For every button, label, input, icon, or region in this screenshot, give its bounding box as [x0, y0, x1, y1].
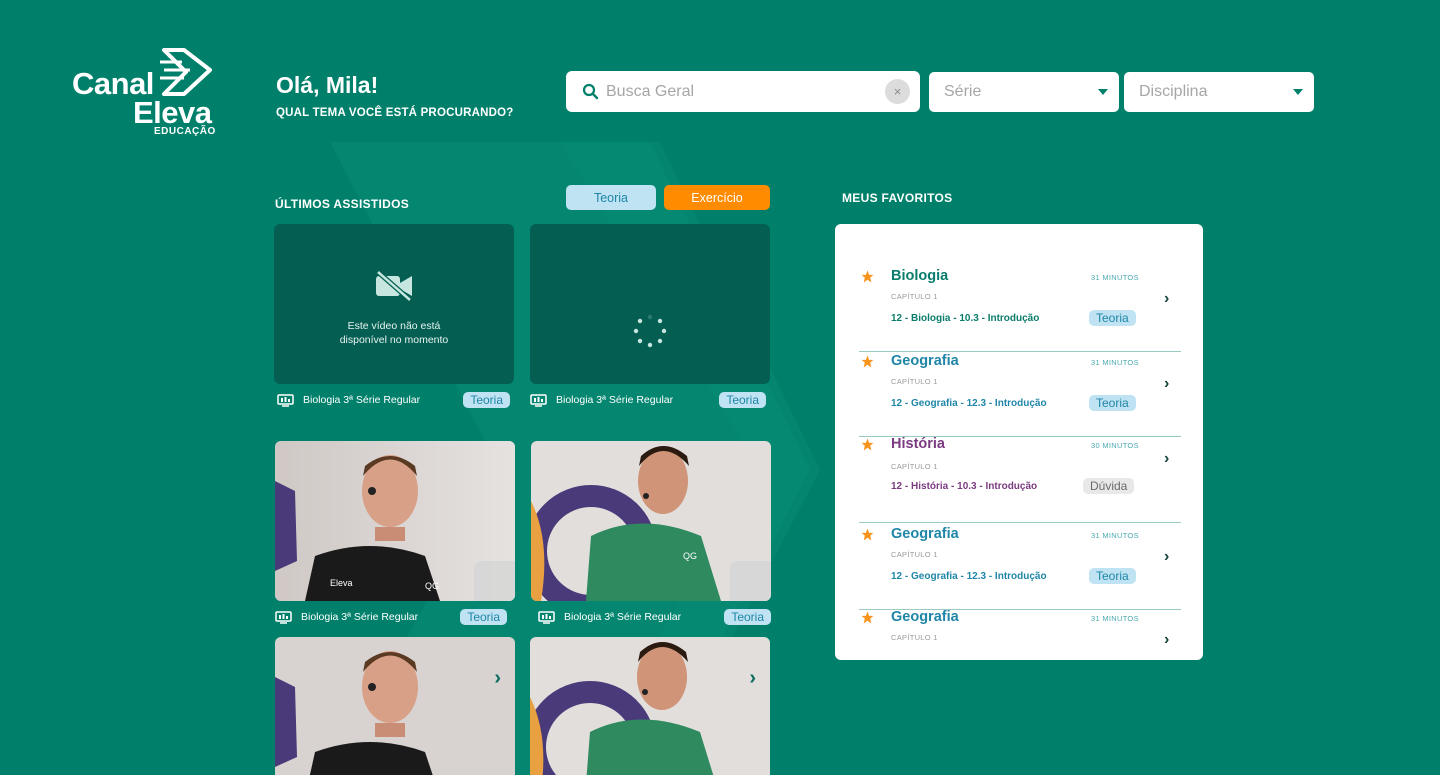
- serie-select[interactable]: Série: [929, 72, 1119, 112]
- favorite-duration: 30 MINUTOS: [1091, 441, 1139, 450]
- favorite-subject: Geografia: [891, 526, 959, 542]
- favorite-chapter: CAPÍTULO 1: [891, 292, 938, 301]
- favorite-chapter: CAPÍTULO 1: [891, 550, 938, 559]
- loading-spinner-icon: [633, 314, 667, 348]
- search-icon: [582, 83, 599, 100]
- monitor-icon: [277, 393, 294, 407]
- greeting-subtitle: QUAL TEMA VOCÊ ESTÁ PROCURANDO?: [276, 107, 514, 119]
- tab-teoria[interactable]: Teoria: [566, 185, 656, 210]
- favorite-lesson: 12 - Geografia - 12.3 - Introdução: [891, 571, 1047, 582]
- favorite-item[interactable]: Geografia 31 MINUTOS CAPÍTULO 1 ›: [859, 609, 1181, 660]
- tab-exercicio[interactable]: Exercício: [664, 185, 770, 210]
- video-type-badge: Teoria: [460, 609, 507, 625]
- favorite-lesson: 12 - História - 10.3 - Introdução: [891, 481, 1038, 492]
- favorites-section-title: MEUS FAVORITOS: [842, 191, 953, 205]
- chevron-down-icon: [1098, 89, 1108, 95]
- video-overlay-corner: [730, 561, 771, 601]
- video-card[interactable]: Eleva QG: [275, 441, 515, 601]
- video-meta: Biologia 3ª Série Regular Teoria: [272, 608, 512, 626]
- favorite-item[interactable]: Geografia 31 MINUTOS CAPÍTULO 1 12 - Geo…: [859, 526, 1181, 610]
- favorite-item[interactable]: História 30 MINUTOS CAPÍTULO 1 12 - Hist…: [859, 436, 1181, 523]
- favorite-subject: História: [891, 436, 945, 452]
- video-thumbnail: [275, 637, 515, 775]
- search-box[interactable]: ×: [566, 71, 920, 112]
- chevron-right-icon[interactable]: ›: [749, 667, 756, 690]
- video-title: Biologia 3ª Série Regular: [301, 611, 419, 623]
- video-card[interactable]: QG: [531, 441, 771, 601]
- video-card[interactable]: ›: [530, 637, 770, 775]
- chevron-right-icon[interactable]: ›: [1164, 375, 1169, 393]
- video-title: Biologia 3ª Série Regular: [556, 394, 674, 406]
- star-icon[interactable]: [861, 611, 874, 624]
- disciplina-select[interactable]: Disciplina: [1124, 72, 1314, 112]
- favorite-tag: Dúvida: [1083, 478, 1135, 494]
- favorite-subject: Geografia: [891, 609, 959, 625]
- favorite-subject: Biologia: [891, 268, 949, 284]
- video-off-icon: [376, 270, 412, 302]
- favorites-panel: Biologia 31 MINUTOS CAPÍTULO 1 12 - Biol…: [835, 224, 1203, 660]
- search-input[interactable]: [606, 81, 876, 103]
- star-icon[interactable]: [861, 355, 874, 368]
- divider: [859, 351, 1181, 352]
- video-thumbnail: [530, 637, 770, 775]
- close-icon: ×: [893, 84, 902, 99]
- svg-text:QG: QG: [683, 551, 697, 561]
- logo-arrow-icon: [160, 48, 212, 96]
- video-meta: Biologia 3ª Série Regular Teoria: [274, 391, 514, 409]
- favorite-tag: Teoria: [1089, 395, 1136, 411]
- unavailable-text-1: Este vídeo não está: [347, 320, 441, 332]
- favorite-chapter: CAPÍTULO 1: [891, 377, 938, 386]
- favorite-chapter: CAPÍTULO 1: [891, 633, 938, 642]
- clear-search-button[interactable]: ×: [885, 79, 910, 104]
- serie-select-label: Série: [944, 83, 982, 100]
- video-card[interactable]: ›: [275, 637, 515, 775]
- disciplina-select-label: Disciplina: [1139, 83, 1208, 100]
- favorite-lesson: 12 - Geografia - 12.3 - Introdução: [891, 398, 1047, 409]
- favorite-tag: Teoria: [1089, 310, 1136, 326]
- logo-text-educacao: EDUCAÇÃO: [154, 126, 216, 137]
- star-icon[interactable]: [861, 528, 874, 541]
- svg-text:Eleva: Eleva: [330, 578, 353, 588]
- favorite-item[interactable]: Geografia 31 MINUTOS CAPÍTULO 1 12 - Geo…: [859, 353, 1181, 437]
- video-type-badge: Teoria: [463, 392, 510, 408]
- video-type-badge: Teoria: [724, 609, 771, 625]
- chevron-right-icon[interactable]: ›: [1164, 450, 1169, 468]
- video-card[interactable]: [530, 224, 770, 384]
- favorite-item[interactable]: Biologia 31 MINUTOS CAPÍTULO 1 12 - Biol…: [859, 268, 1181, 352]
- video-meta: Biologia 3ª Série Regular Teoria: [527, 391, 767, 409]
- favorite-tag: Teoria: [1089, 568, 1136, 584]
- chevron-right-icon[interactable]: ›: [1164, 290, 1169, 308]
- favorite-duration: 31 MINUTOS: [1091, 614, 1139, 623]
- canal-eleva-logo[interactable]: Canal Eleva EDUCAÇÃO: [72, 48, 222, 140]
- video-overlay-corner: [474, 561, 515, 601]
- chevron-down-icon: [1293, 89, 1303, 95]
- video-title: Biologia 3ª Série Regular: [303, 394, 421, 406]
- chevron-right-icon[interactable]: ›: [494, 667, 501, 690]
- chevron-right-icon[interactable]: ›: [1164, 631, 1169, 649]
- greeting: Olá, Mila! QUAL TEMA VOCÊ ESTÁ PROCURAND…: [276, 72, 514, 119]
- star-icon[interactable]: [861, 270, 874, 283]
- favorite-chapter: CAPÍTULO 1: [891, 462, 938, 471]
- divider: [859, 522, 1181, 523]
- monitor-icon: [530, 393, 547, 407]
- favorite-subject: Geografia: [891, 353, 959, 369]
- favorite-duration: 31 MINUTOS: [1091, 273, 1139, 282]
- recent-section-title: ÚLTIMOS ASSISTIDOS: [275, 197, 410, 211]
- svg-text:QG: QG: [425, 581, 439, 591]
- video-card[interactable]: Este vídeo não está disponível no momento: [274, 224, 514, 384]
- video-title: Biologia 3ª Série Regular: [564, 611, 682, 623]
- video-meta: Biologia 3ª Série Regular Teoria: [535, 608, 775, 626]
- video-unavailable-message: Este vídeo não está disponível no momento: [274, 270, 514, 347]
- unavailable-text-2: disponível no momento: [339, 334, 449, 346]
- greeting-title: Olá, Mila!: [276, 72, 379, 98]
- favorite-lesson: 12 - Biologia - 10.3 - Introdução: [891, 313, 1040, 324]
- star-icon[interactable]: [861, 438, 874, 451]
- favorite-duration: 31 MINUTOS: [1091, 358, 1139, 367]
- monitor-icon: [538, 610, 555, 624]
- video-type-badge: Teoria: [719, 392, 766, 408]
- favorite-duration: 31 MINUTOS: [1091, 531, 1139, 540]
- monitor-icon: [275, 610, 292, 624]
- chevron-right-icon[interactable]: ›: [1164, 548, 1169, 566]
